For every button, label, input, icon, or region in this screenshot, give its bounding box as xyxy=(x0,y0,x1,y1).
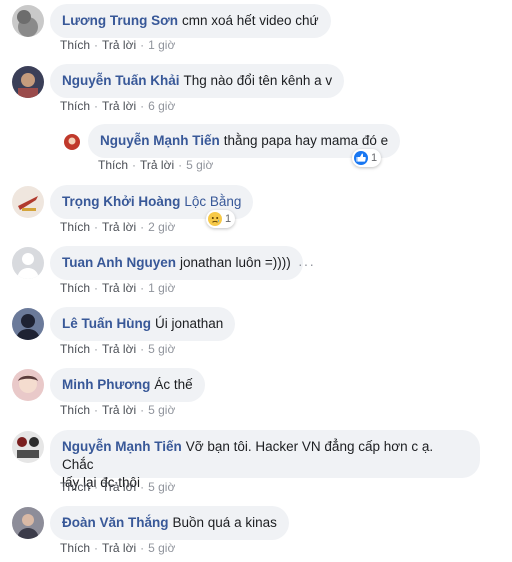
comment-bubble: Minh Phương Ác thế xyxy=(50,368,205,402)
comment-timestamp[interactable]: 5 giờ xyxy=(148,403,175,417)
reply-button[interactable]: Trả lời xyxy=(102,403,136,417)
comment-text: Ác thế xyxy=(154,377,193,392)
comment-text: jonathan luôn =)))) xyxy=(180,255,291,270)
comment-text[interactable]: Lộc Bằng xyxy=(184,194,241,209)
reply-button[interactable]: Trả lời xyxy=(102,281,136,295)
like-button[interactable]: Thích xyxy=(60,220,90,234)
like-button[interactable]: Thích xyxy=(98,158,128,172)
comment-bubble: Tuan Anh Nguyen jonathan luôn =)))) xyxy=(50,246,303,280)
more-options-icon[interactable]: ··· xyxy=(298,256,315,272)
avatar[interactable] xyxy=(12,186,44,218)
like-reaction-icon xyxy=(354,151,368,165)
comment-text: Buồn quá a kinas xyxy=(172,515,277,530)
comment-timestamp[interactable]: 5 giờ xyxy=(148,342,175,356)
comment-actions: Thích · Trả lời · 1 giờ xyxy=(60,281,176,295)
reaction-badge[interactable]: 1 xyxy=(206,210,236,228)
comment-text: thằng papa hay mama đó e xyxy=(223,133,389,148)
reply-button[interactable]: Trả lời xyxy=(102,480,136,494)
avatar[interactable] xyxy=(12,66,44,98)
reply-button[interactable]: Trả lời xyxy=(102,38,136,52)
like-button[interactable]: Thích xyxy=(60,281,90,295)
avatar[interactable] xyxy=(12,308,44,340)
like-button[interactable]: Thích xyxy=(60,99,90,113)
comment-actions: Thích · Trả lời · 6 giờ xyxy=(60,99,176,113)
comment-timestamp[interactable]: 5 giờ xyxy=(148,480,175,494)
reaction-count: 1 xyxy=(371,152,378,164)
avatar[interactable] xyxy=(62,132,82,152)
comment-actions: Thích · Trả lời · 5 giờ xyxy=(60,403,176,417)
comment-timestamp[interactable]: 1 giờ xyxy=(148,38,175,52)
avatar[interactable] xyxy=(12,507,44,539)
comment-author-link[interactable]: Nguyễn Mạnh Tiến xyxy=(100,133,220,148)
reaction-badge[interactable]: 1 xyxy=(352,149,382,167)
reply-button[interactable]: Trả lời xyxy=(102,99,136,113)
comment-author-link[interactable]: Nguyễn Tuấn Khải xyxy=(62,73,180,88)
comment-bubble: Nguyễn Tuấn Khải Thg nào đổi tên kênh a v xyxy=(50,64,345,98)
reply-button[interactable]: Trả lời xyxy=(140,158,174,172)
comment-bubble: Lê Tuấn Hùng Úi jonathan xyxy=(50,307,236,341)
comment-actions: Thích · Trả lời · 5 giờ xyxy=(60,342,176,356)
comment-author-link[interactable]: Lê Tuấn Hùng xyxy=(62,316,151,331)
comment-text: Úi jonathan xyxy=(155,316,224,331)
comment-bubble: Nguyễn Mạnh Tiến Vỡ bạn tôi. Hacker VN đẳ… xyxy=(50,430,480,490)
comment-text: Thg nào đổi tên kênh a v xyxy=(183,73,333,88)
comment-author-link[interactable]: Trọng Khởi Hoàng xyxy=(62,194,180,209)
avatar[interactable] xyxy=(12,369,44,401)
like-button[interactable]: Thích xyxy=(60,541,90,555)
sad-reaction-icon xyxy=(208,212,222,226)
avatar[interactable] xyxy=(12,247,44,279)
comment-bubble: Lương Trung Sơn cmn xoá hết video chứ xyxy=(50,4,331,38)
comment-author-link[interactable]: Tuan Anh Nguyen xyxy=(62,255,176,270)
like-button[interactable]: Thích xyxy=(60,342,90,356)
like-button[interactable]: Thích xyxy=(60,38,90,52)
comment-timestamp[interactable]: 5 giờ xyxy=(148,541,175,555)
reply-button[interactable]: Trả lời xyxy=(102,541,136,555)
comment-actions: Thích · Trả lời · 2 giờ xyxy=(60,220,176,234)
comment-actions: Thích · Trả lời · 5 giờ xyxy=(60,480,176,494)
comment-author-link[interactable]: Minh Phương xyxy=(62,377,150,392)
avatar[interactable] xyxy=(12,5,44,37)
comment-actions: Thích · Trả lời · 5 giờ xyxy=(98,158,214,172)
reply-button[interactable]: Trả lời xyxy=(102,342,136,356)
reply-button[interactable]: Trả lời xyxy=(102,220,136,234)
comment-timestamp[interactable]: 5 giờ xyxy=(186,158,213,172)
avatar[interactable] xyxy=(12,431,44,463)
comment-timestamp[interactable]: 2 giờ xyxy=(148,220,175,234)
comment-author-link[interactable]: Nguyễn Mạnh Tiến xyxy=(62,439,182,454)
reaction-count: 1 xyxy=(225,213,232,225)
comment-author-link[interactable]: Lương Trung Sơn xyxy=(62,13,178,28)
comment-actions: Thích · Trả lời · 5 giờ xyxy=(60,541,176,555)
like-button[interactable]: Thích xyxy=(60,403,90,417)
like-button[interactable]: Thích xyxy=(60,480,90,494)
comment-text: cmn xoá hết video chứ xyxy=(181,13,319,28)
comment-actions: Thích · Trả lời · 1 giờ xyxy=(60,38,176,52)
comment-timestamp[interactable]: 1 giờ xyxy=(148,281,175,295)
comment-author-link[interactable]: Đoàn Văn Thắng xyxy=(62,515,169,530)
comment-bubble: Đoàn Văn Thắng Buồn quá a kinas xyxy=(50,506,289,540)
comment-timestamp[interactable]: 6 giờ xyxy=(148,99,175,113)
